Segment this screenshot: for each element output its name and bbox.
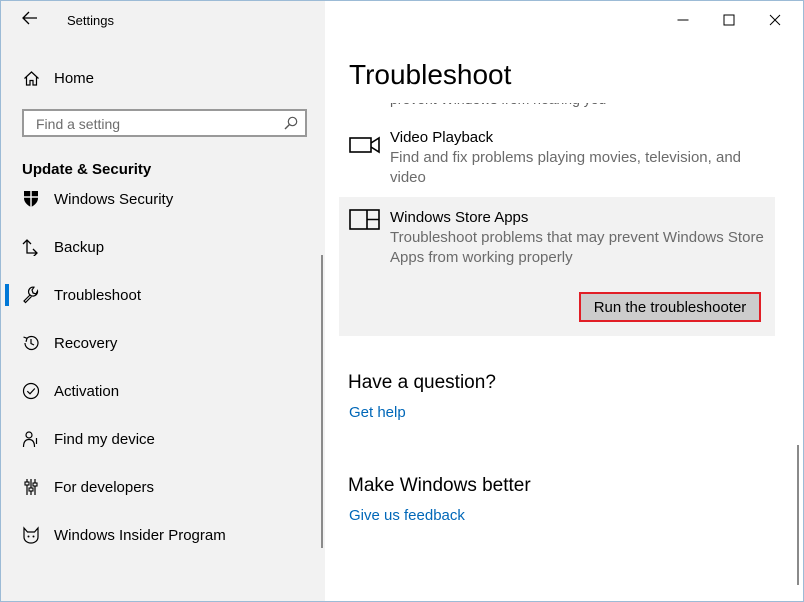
developer-sliders-icon xyxy=(21,477,41,497)
troubleshooter-description: Troubleshoot problems that may prevent W… xyxy=(390,229,764,266)
history-icon xyxy=(21,333,41,353)
minimize-icon xyxy=(677,19,689,21)
sidebar-item-label: Activation xyxy=(54,382,120,400)
maximize-button[interactable] xyxy=(706,5,752,35)
sidebar: Settings Home Update & Security xyxy=(1,1,325,601)
troubleshooter-name: Windows Store Apps xyxy=(390,209,529,226)
give-feedback-link[interactable]: Give us feedback xyxy=(349,507,465,524)
backup-arrow-icon xyxy=(21,237,41,257)
search-box[interactable] xyxy=(22,109,307,137)
get-help-link[interactable]: Get help xyxy=(349,404,406,421)
close-icon xyxy=(769,14,781,26)
insider-cat-icon xyxy=(21,525,41,545)
maximize-icon xyxy=(723,14,735,26)
sidebar-item-windows-security[interactable]: Windows Security xyxy=(21,186,173,212)
feedback-heading: Make Windows better xyxy=(348,475,531,496)
troubleshooter-video-playback[interactable]: Video Playback Find and fix problems pla… xyxy=(339,117,775,193)
window-title: Settings xyxy=(67,13,114,28)
video-camera-icon xyxy=(349,136,380,154)
search-icon[interactable] xyxy=(283,115,299,131)
section-title: Update & Security xyxy=(22,161,152,178)
sidebar-item-label: Recovery xyxy=(54,334,118,352)
sidebar-item-find-my-device[interactable]: Find my device xyxy=(21,426,155,452)
sidebar-item-windows-insider-program[interactable]: Windows Insider Program xyxy=(21,522,226,548)
wrench-icon xyxy=(21,285,41,305)
main-scrollbar[interactable] xyxy=(797,445,799,585)
selection-indicator xyxy=(5,284,9,306)
sidebar-item-label: Find my device xyxy=(54,430,155,448)
sidebar-item-activation[interactable]: Activation xyxy=(21,378,119,404)
sidebar-item-for-developers[interactable]: For developers xyxy=(21,474,154,500)
home-label: Home xyxy=(54,69,95,87)
troubleshooter-windows-store-apps[interactable]: Windows Store Apps Troubleshoot problems… xyxy=(339,197,775,336)
sidebar-item-recovery[interactable]: Recovery xyxy=(21,330,117,356)
sidebar-item-label: Troubleshoot xyxy=(54,286,141,304)
troubleshooter-description: Find and fix problems playing movies, te… xyxy=(390,149,742,186)
main-content: prevent Windows from hearing you Trouble… xyxy=(325,1,803,601)
check-circle-icon xyxy=(21,381,41,401)
troubleshooter-name: Video Playback xyxy=(390,129,494,146)
settings-window: Settings Home Update & Security xyxy=(0,0,804,602)
store-apps-icon xyxy=(349,209,380,230)
home-icon xyxy=(21,68,41,88)
search-input[interactable] xyxy=(34,114,283,134)
home-nav-item[interactable]: Home xyxy=(21,65,94,91)
minimize-button[interactable] xyxy=(660,5,706,35)
shield-icon xyxy=(21,189,41,209)
sidebar-scrollbar[interactable] xyxy=(321,255,323,548)
run-troubleshooter-button[interactable]: Run the troubleshooter xyxy=(579,292,761,322)
sidebar-item-label: Windows Security xyxy=(54,190,174,208)
sidebar-item-backup[interactable]: Backup xyxy=(21,234,104,260)
person-pin-icon xyxy=(21,429,41,449)
page-title: Troubleshoot xyxy=(349,59,512,90)
back-button[interactable] xyxy=(17,7,43,33)
back-arrow-icon xyxy=(22,11,37,25)
sidebar-item-label: Windows Insider Program xyxy=(54,526,226,544)
question-heading: Have a question? xyxy=(348,372,496,393)
sidebar-item-label: For developers xyxy=(54,478,155,496)
sidebar-item-label: Backup xyxy=(54,238,105,256)
close-button[interactable] xyxy=(752,5,798,35)
sidebar-item-troubleshoot[interactable]: Troubleshoot xyxy=(21,282,141,308)
